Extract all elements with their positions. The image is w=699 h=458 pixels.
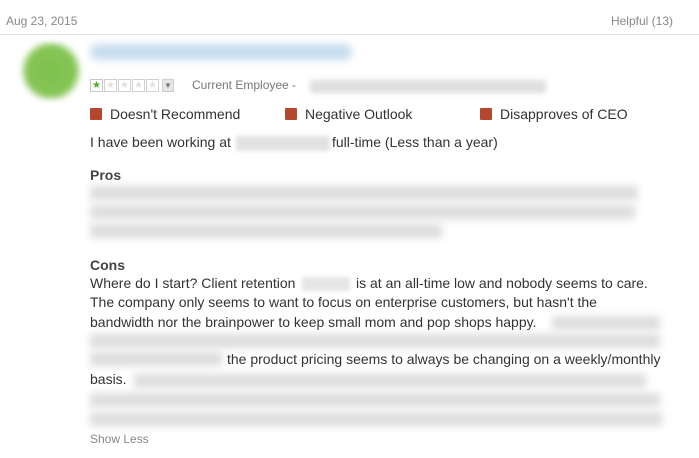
star-icon: ★ [90,78,103,92]
star-icon: ★ [132,78,145,92]
review-date: Aug 23, 2015 [6,14,78,28]
redacted-cons-word [302,277,350,291]
redacted-pros-line [90,224,442,238]
redacted-pros-line [90,205,635,219]
helpful-count-link[interactable]: Helpful (13) [611,14,673,28]
redacted-job-title [310,80,546,93]
flag-disapproves-ceo: Disapproves of CEO [480,106,628,122]
rating-dropdown-icon[interactable]: ▼ [162,78,174,92]
cons-text: basis. [90,371,127,387]
redacted-company [236,136,330,151]
red-square-icon [90,108,102,120]
rating-row: ★ ★ ★ ★ ★ ▼ Current Employee - [90,78,296,92]
redacted-cons-line [90,412,662,426]
red-square-icon [480,108,492,120]
review-card: Aug 23, 2015 Helpful (13) ★ ★ ★ ★ ★ ▼ Cu… [0,0,699,458]
redacted-cons-line [90,393,660,407]
star-icon: ★ [146,78,159,92]
star-icon: ★ [104,78,117,92]
redacted-pros-line [90,186,638,200]
cons-text: The company only seems to want to focus … [90,294,597,310]
avatar [20,42,82,100]
redacted-review-title [90,44,352,60]
cons-text: Where do I start? Client retention [90,275,296,291]
flag-label: Disapproves of CEO [500,106,628,122]
working-prefix: I have been working at [90,134,231,150]
star-icon: ★ [118,78,131,92]
red-square-icon [285,108,297,120]
redacted-cons-line [134,374,646,388]
flag-doesnt-recommend: Doesn't Recommend [90,106,285,122]
working-suffix: full-time (Less than a year) [332,134,498,150]
redacted-cons-line [552,316,660,330]
flag-negative-outlook: Negative Outlook [285,106,480,122]
cons-text: bandwidth nor the brainpower to keep sma… [90,314,537,330]
flag-label: Doesn't Recommend [110,106,241,122]
flags-row: Doesn't Recommend Negative Outlook Disap… [90,106,628,122]
cons-heading: Cons [90,257,125,273]
pros-heading: Pros [90,167,122,183]
show-less-link[interactable]: Show Less [90,432,149,446]
cons-text: the product pricing seems to always be c… [227,351,661,367]
divider [0,34,699,35]
cons-text: is at an all-time low and nobody seems t… [356,275,648,291]
redacted-cons-line [90,352,222,366]
redacted-cons-line [90,334,660,348]
employee-status: Current Employee - [192,78,297,92]
flag-label: Negative Outlook [305,106,413,122]
